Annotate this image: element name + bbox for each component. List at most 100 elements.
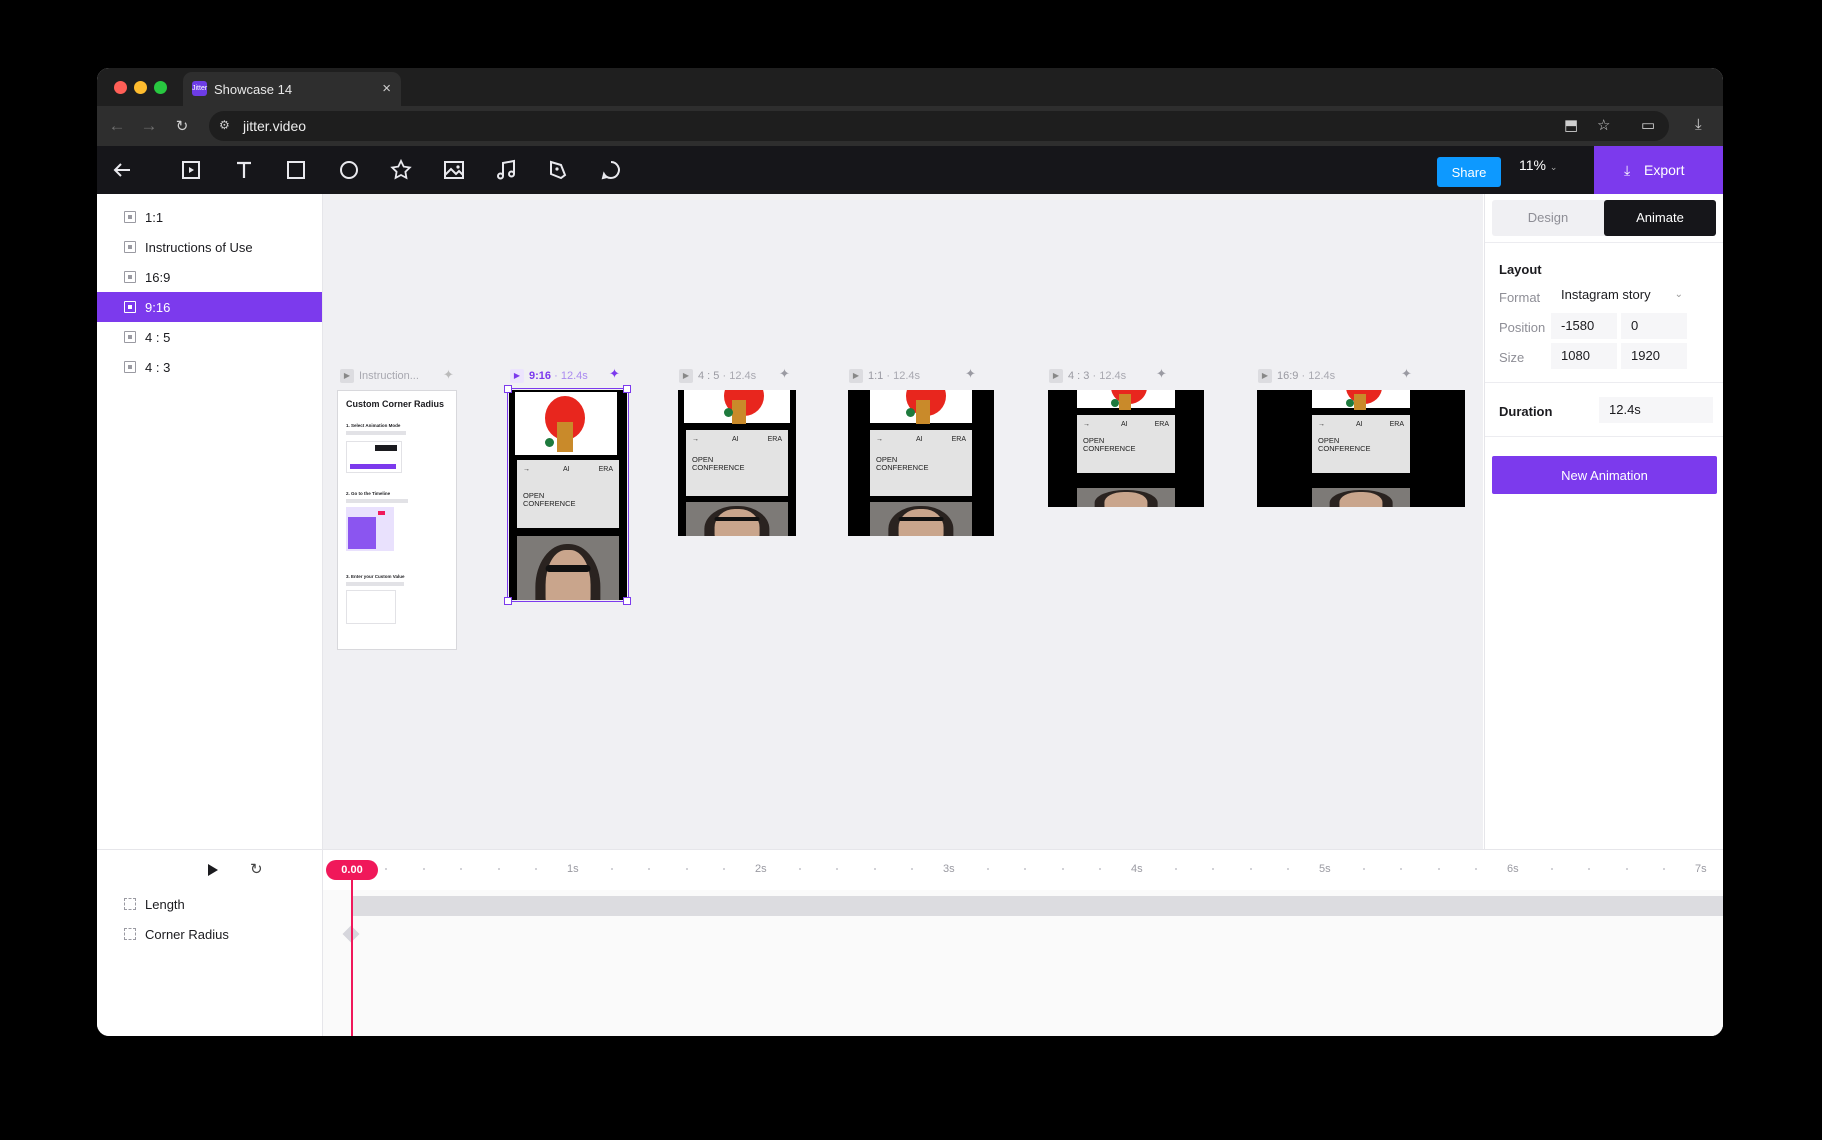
layer-instructions[interactable]: Instructions of Use xyxy=(97,232,322,262)
play-icon[interactable]: ▶ xyxy=(1049,369,1063,383)
duration-label: Duration xyxy=(1499,404,1553,419)
frame-name: 4 : 5 xyxy=(698,369,720,382)
export-button[interactable]: ⤓ Export xyxy=(1594,146,1723,194)
browser-tab[interactable]: Jitter Showcase 14 × xyxy=(183,72,401,106)
length-track-bar[interactable] xyxy=(351,896,1723,916)
maximize-window-button[interactable] xyxy=(154,81,167,94)
text-icon[interactable] xyxy=(232,158,256,182)
close-tab-icon[interactable]: × xyxy=(382,80,391,97)
sparkle-icon[interactable]: ✦ xyxy=(1401,366,1412,382)
play-icon[interactable]: ▶ xyxy=(849,369,863,383)
separator: · xyxy=(554,369,558,382)
rectangle-icon[interactable] xyxy=(284,158,308,182)
ruler-second-label: 4s xyxy=(1131,863,1143,875)
timeline-row-corner-radius[interactable]: Corner Radius xyxy=(97,920,322,948)
play-icon[interactable]: ▶ xyxy=(340,369,354,383)
position-x-input[interactable]: -1580 xyxy=(1551,313,1617,339)
back-icon[interactable]: ← xyxy=(107,116,127,136)
music-icon[interactable] xyxy=(494,158,518,182)
reload-icon[interactable]: ↻ xyxy=(172,117,192,135)
frame-label-4-5[interactable]: ▶ 4 : 5 · 12.4s xyxy=(679,369,756,383)
frame-1-1[interactable]: → AI ERA OPEN CONFERENCE xyxy=(848,390,994,536)
mode-tabs: Design Animate xyxy=(1492,200,1716,236)
comment-icon[interactable] xyxy=(599,158,623,182)
layer-4-5[interactable]: 4 : 5 xyxy=(97,322,322,352)
back-arrow-icon[interactable] xyxy=(110,158,134,182)
frame-duration: 12.4s xyxy=(560,369,588,382)
layer-4-3[interactable]: 4 : 3 xyxy=(97,352,322,382)
star-icon[interactable] xyxy=(389,158,413,182)
pen-icon[interactable] xyxy=(547,158,571,182)
poster-era: ERA xyxy=(1154,421,1169,428)
frame-label-9-16[interactable]: ▶ 9:16 · 12.4s xyxy=(510,369,588,383)
forward-icon[interactable]: → xyxy=(139,116,159,136)
divider xyxy=(1485,436,1723,437)
address-bar[interactable]: ⚙ jitter.video xyxy=(209,111,1669,141)
bookmark-star-icon[interactable]: ☆ xyxy=(1597,116,1610,134)
format-select[interactable]: Instagram story ⌄ xyxy=(1551,282,1683,308)
duration-input[interactable]: 12.4s xyxy=(1599,397,1713,423)
play-icon[interactable]: ▶ xyxy=(1258,369,1272,383)
frame-label-4-3[interactable]: ▶ 4 : 3 · 12.4s xyxy=(1049,369,1126,383)
new-animation-button[interactable]: New Animation xyxy=(1492,456,1717,494)
play-icon[interactable] xyxy=(204,862,220,878)
zoom-dropdown[interactable]: 11% ⌄ xyxy=(1519,157,1557,173)
layer-9-16[interactable]: 9:16 xyxy=(97,292,322,322)
size-label: Size xyxy=(1499,350,1525,365)
resize-handle[interactable] xyxy=(504,385,512,393)
frame-4-3[interactable]: → AI ERA OPEN CONFERENCE xyxy=(1048,390,1204,507)
play-icon[interactable]: ▶ xyxy=(510,369,524,383)
ruler-tick xyxy=(798,868,801,870)
resize-handle[interactable] xyxy=(623,385,631,393)
tab-animate[interactable]: Animate xyxy=(1604,200,1716,236)
frame-label-1-1[interactable]: ▶ 1:1 · 12.4s xyxy=(849,369,920,383)
layer-label: 9:16 xyxy=(145,300,171,315)
timeline-ruler[interactable]: 1s 2s 3s 4s 5s 6s 7s xyxy=(323,850,1723,891)
illustration xyxy=(684,390,790,424)
canvas[interactable]: ▶ Instruction... ✦ ▶ 9:16 · 12.4s ✦ ▶ 4 : 5… xyxy=(323,194,1483,849)
site-settings-icon[interactable]: ⚙ xyxy=(219,118,235,134)
frame-4-5[interactable]: → AI ERA OPEN CONFERENCE xyxy=(678,390,796,536)
loop-icon[interactable]: ↻ xyxy=(250,860,263,878)
size-width-input[interactable]: 1080 xyxy=(1551,343,1617,369)
sparkle-icon[interactable]: ✦ xyxy=(965,366,976,382)
ruler-tick xyxy=(1475,868,1478,870)
timeline-row-length[interactable]: Length xyxy=(97,890,322,918)
image-icon[interactable] xyxy=(442,158,466,182)
tab-design[interactable]: Design xyxy=(1492,200,1604,236)
sparkle-icon[interactable]: ✦ xyxy=(609,366,620,382)
frame-icon[interactable] xyxy=(179,158,203,182)
sparkle-icon[interactable]: ✦ xyxy=(779,366,790,382)
position-y-input[interactable]: 0 xyxy=(1621,313,1687,339)
share-button[interactable]: Share xyxy=(1437,157,1501,187)
sparkle-icon[interactable]: ✦ xyxy=(443,367,454,383)
ellipse-icon[interactable] xyxy=(337,158,361,182)
playhead-line[interactable] xyxy=(351,880,353,1036)
frame-16-9[interactable]: → AI ERA OPEN CONFERENCE xyxy=(1257,390,1465,507)
resize-handle[interactable] xyxy=(623,597,631,605)
sparkle-icon[interactable]: ✦ xyxy=(1156,366,1167,382)
layer-label: 4 : 3 xyxy=(145,360,171,375)
timeline-layers: ↻ Length Corner Radius xyxy=(97,850,323,1036)
play-icon[interactable]: ▶ xyxy=(679,369,693,383)
minimize-window-button[interactable] xyxy=(134,81,147,94)
frame-label-16-9[interactable]: ▶ 16:9 · 12.4s xyxy=(1258,369,1335,383)
layer-16-9[interactable]: 16:9 xyxy=(97,262,322,292)
separator: · xyxy=(1092,369,1097,382)
position-label: Position xyxy=(1499,320,1546,335)
close-window-button[interactable] xyxy=(114,81,127,94)
layer-1-1[interactable]: 1:1 xyxy=(97,202,322,232)
reader-mode-icon[interactable]: ▭ xyxy=(1641,116,1655,134)
frame-instructions[interactable]: Custom Corner Radius 1. Select Animation… xyxy=(337,390,457,650)
install-app-icon[interactable]: ⬒ xyxy=(1564,116,1578,134)
ruler-second-label: 5s xyxy=(1319,863,1331,875)
layers-panel: 1:1 Instructions of Use 16:9 9:16 4 : 5 … xyxy=(97,194,323,849)
resize-handle[interactable] xyxy=(504,597,512,605)
poster-era: ERA xyxy=(767,436,782,443)
illustration-shape xyxy=(724,408,733,417)
ruler-tick xyxy=(1249,868,1252,870)
playhead-time[interactable]: 0.00 xyxy=(326,860,378,880)
size-height-input[interactable]: 1920 xyxy=(1621,343,1687,369)
download-icon[interactable]: ⤓ xyxy=(1695,116,1702,133)
frame-label-instructions[interactable]: ▶ Instruction... xyxy=(340,369,419,383)
